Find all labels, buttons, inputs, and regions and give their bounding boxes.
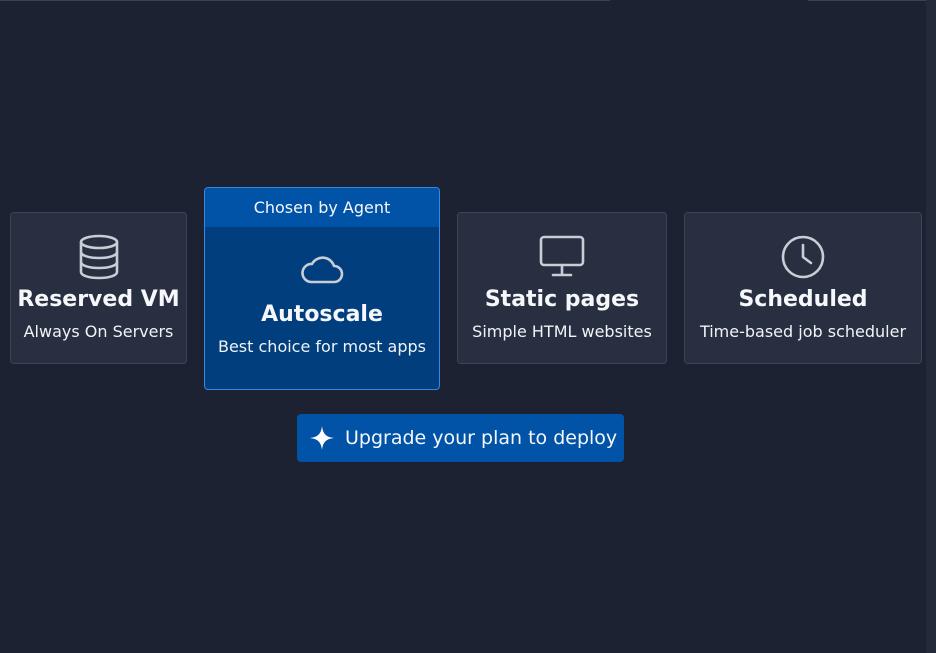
scheduled-subtitle: Time-based job scheduler — [699, 322, 907, 341]
sparkle-icon — [310, 426, 334, 450]
database-icon — [79, 234, 118, 280]
upgrade-plan-label: Upgrade your plan to deploy — [345, 427, 618, 449]
chosen-by-agent-badge: Chosen by Agent — [205, 188, 439, 227]
clock-icon — [781, 235, 825, 279]
reserved-vm-title: Reserved VM — [17, 287, 180, 312]
reserved-vm-subtitle: Always On Servers — [23, 322, 174, 341]
reserved-vm-option[interactable]: Reserved VM Always On Servers — [10, 212, 187, 364]
upgrade-plan-button[interactable]: Upgrade your plan to deploy — [297, 414, 624, 462]
autoscale-title: Autoscale — [261, 302, 383, 327]
scheduled-title: Scheduled — [738, 287, 868, 312]
static-pages-option[interactable]: Static pages Simple HTML websites — [457, 212, 667, 364]
monitor-icon — [539, 235, 585, 277]
cloud-icon — [301, 256, 344, 284]
top-divider-right — [808, 0, 926, 1]
static-pages-title: Static pages — [484, 287, 640, 312]
static-pages-subtitle: Simple HTML websites — [472, 322, 652, 341]
scheduled-option[interactable]: Scheduled Time-based job scheduler — [684, 212, 922, 364]
autoscale-option[interactable]: Chosen by Agent Autoscale Best choice fo… — [204, 187, 440, 390]
top-divider — [0, 0, 610, 1]
autoscale-subtitle: Best choice for most apps — [217, 337, 427, 356]
scrollbar-track[interactable] — [926, 0, 936, 653]
